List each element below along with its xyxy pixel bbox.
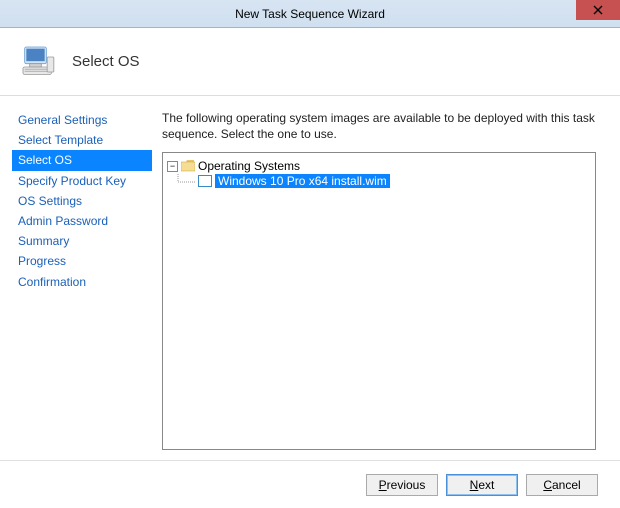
window-title: New Task Sequence Wizard	[235, 7, 385, 21]
wizard-footer: Previous Next Cancel	[0, 460, 620, 508]
close-icon	[593, 5, 603, 15]
close-button[interactable]	[576, 0, 620, 20]
page-title: Select OS	[72, 53, 140, 70]
next-button[interactable]: Next	[446, 474, 518, 496]
wizard-sidebar: General Settings Select Template Select …	[0, 96, 152, 460]
content-area: General Settings Select Template Select …	[0, 96, 620, 460]
tree-expander-icon[interactable]: −	[167, 161, 178, 172]
sidebar-item-os-settings[interactable]: OS Settings	[12, 191, 152, 211]
os-tree[interactable]: − Operating Systems Windows 10 Pro x64 i…	[162, 152, 596, 450]
tree-item-label: Windows 10 Pro x64 install.wim	[215, 174, 390, 188]
previous-button[interactable]: Previous	[366, 474, 438, 496]
tree-connector-icon	[173, 174, 195, 188]
folder-icon	[181, 160, 195, 172]
wizard-header: Select OS	[0, 28, 620, 96]
titlebar: New Task Sequence Wizard	[0, 0, 620, 28]
sidebar-item-progress[interactable]: Progress	[12, 251, 152, 271]
sidebar-item-confirmation[interactable]: Confirmation	[12, 272, 152, 292]
sidebar-item-specify-product-key[interactable]: Specify Product Key	[12, 171, 152, 191]
cancel-button[interactable]: Cancel	[526, 474, 598, 496]
sidebar-item-select-os[interactable]: Select OS	[12, 150, 152, 170]
tree-item-windows10[interactable]: Windows 10 Pro x64 install.wim	[173, 174, 591, 188]
os-image-icon	[198, 175, 212, 187]
computer-icon	[18, 42, 58, 82]
sidebar-item-select-template[interactable]: Select Template	[12, 130, 152, 150]
sidebar-item-admin-password[interactable]: Admin Password	[12, 211, 152, 231]
tree-root-operating-systems[interactable]: − Operating Systems	[167, 159, 591, 173]
tree-root-label: Operating Systems	[198, 159, 300, 173]
instruction-text: The following operating system images ar…	[162, 110, 596, 142]
sidebar-item-summary[interactable]: Summary	[12, 231, 152, 251]
main-panel: The following operating system images ar…	[152, 96, 620, 460]
sidebar-item-general-settings[interactable]: General Settings	[12, 110, 152, 130]
